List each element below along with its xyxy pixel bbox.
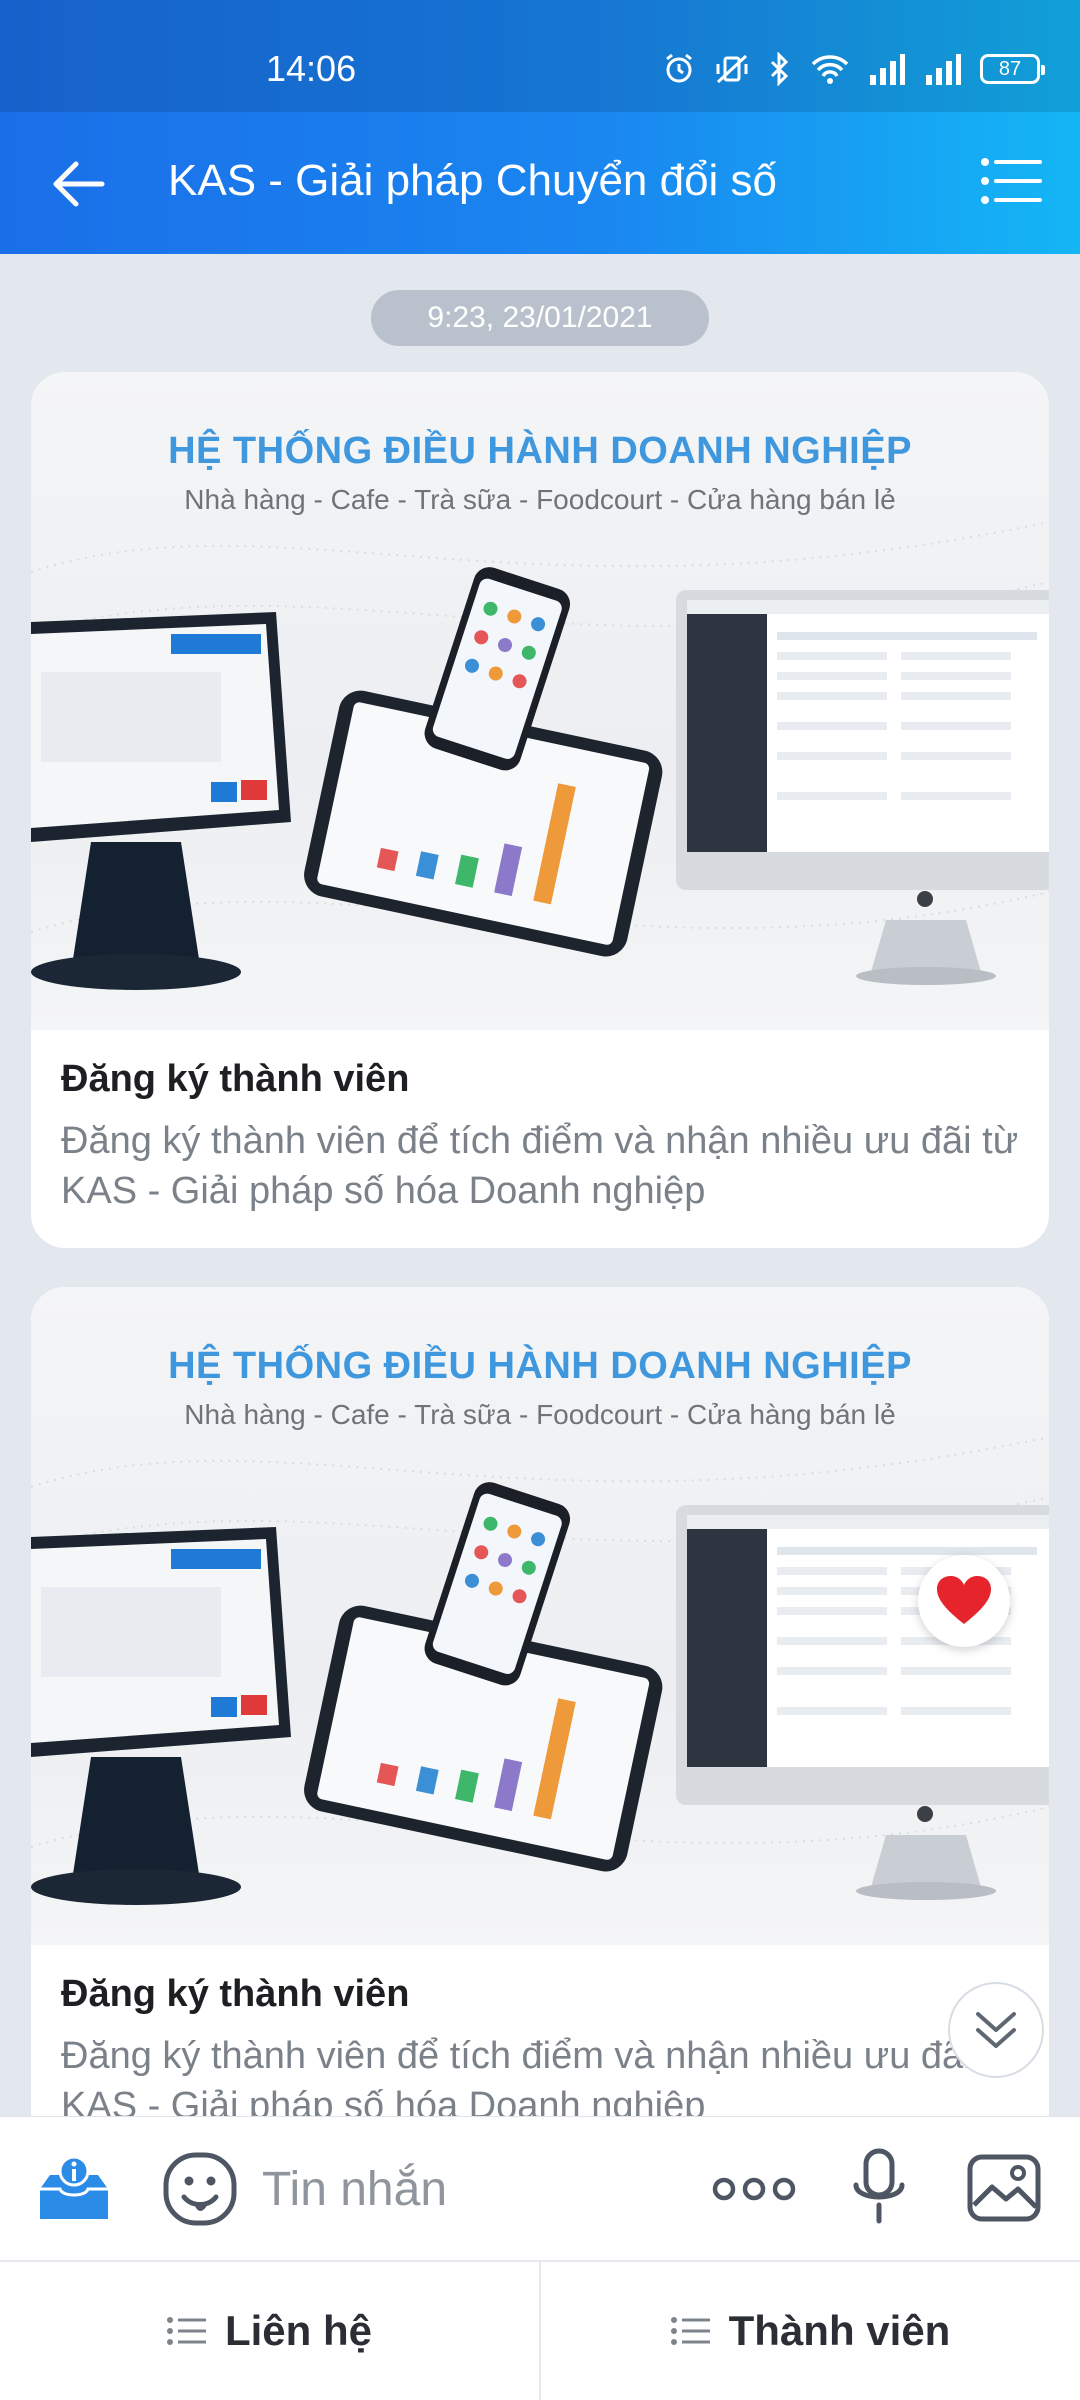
card-description: Đăng ký thành viên để tích điểm và nhận … bbox=[61, 1120, 1019, 1212]
bluetooth-icon bbox=[768, 52, 792, 86]
card-title: Đăng ký thành viên bbox=[61, 1058, 410, 1100]
more-dots-icon bbox=[712, 2177, 796, 2201]
back-arrow-icon bbox=[53, 161, 105, 207]
promo-banner[interactable]: HỆ THỐNG ĐIỀU HÀNH DOANH NGHIỆP Nhà hàng… bbox=[31, 372, 1049, 1030]
tab-members[interactable]: Thành viên bbox=[539, 2262, 1080, 2400]
signal-icon-2 bbox=[924, 53, 962, 85]
alarm-icon bbox=[662, 52, 696, 86]
signal-icon-1 bbox=[868, 53, 906, 85]
status-bar: 14:06 87 bbox=[0, 0, 1080, 112]
message-input-bar bbox=[0, 2116, 1080, 2260]
vibrate-off-icon bbox=[714, 52, 750, 86]
banner-title: HỆ THỐNG ĐIỀU HÀNH DOANH NGHIỆP bbox=[168, 430, 912, 472]
tab-contact[interactable]: Liên hệ bbox=[0, 2262, 539, 2400]
heart-reaction-button[interactable] bbox=[918, 1555, 1010, 1647]
emoji-icon bbox=[163, 2152, 237, 2226]
banner-subtitle: Nhà hàng - Cafe - Trà sữa - Foodcourt - … bbox=[184, 1399, 896, 1430]
promo-card[interactable]: HỆ THỐNG ĐIỀU HÀNH DOANH NGHIỆP Nhà hàng… bbox=[31, 1287, 1049, 2116]
card-title: Đăng ký thành viên bbox=[61, 1973, 410, 2015]
scroll-to-bottom-button[interactable] bbox=[948, 1982, 1044, 2078]
sticker-button[interactable] bbox=[162, 2151, 238, 2232]
banner-subtitle: Nhà hàng - Cafe - Trà sữa - Foodcourt - … bbox=[184, 484, 896, 515]
battery-indicator: 87 bbox=[980, 54, 1045, 84]
heart-icon bbox=[937, 1576, 991, 1624]
chat-header: KAS - Giải pháp Chuyển đổi số bbox=[0, 112, 1080, 254]
bottom-tabs: Liên hệ Thành viên bbox=[0, 2260, 1080, 2400]
image-button[interactable] bbox=[966, 2153, 1042, 2228]
back-button[interactable] bbox=[50, 156, 110, 212]
list-menu-icon bbox=[981, 158, 1042, 204]
double-chevron-down-icon bbox=[976, 2012, 1016, 2048]
list-icon bbox=[670, 2317, 710, 2345]
tab-members-label: Thành viên bbox=[728, 2307, 951, 2354]
app-root: 14:06 87 KAS - Giải pháp Chuyển đổi số 9… bbox=[0, 0, 1080, 2400]
more-options-button[interactable] bbox=[712, 2175, 796, 2208]
image-gallery-icon bbox=[967, 2154, 1041, 2222]
info-inbox-button[interactable] bbox=[36, 2155, 112, 2230]
card-description: Đăng ký thành viên để tích điểm và nhận … bbox=[61, 2035, 1019, 2116]
status-icons: 87 bbox=[662, 52, 1045, 86]
wifi-icon bbox=[810, 53, 850, 85]
inbox-info-icon bbox=[40, 2155, 108, 2219]
tab-contact-label: Liên hệ bbox=[224, 2307, 373, 2354]
page-title: KAS - Giải pháp Chuyển đổi số bbox=[168, 156, 778, 205]
microphone-icon bbox=[853, 2148, 905, 2224]
menu-button[interactable] bbox=[980, 156, 1042, 206]
voice-message-button[interactable] bbox=[852, 2147, 906, 2232]
list-icon bbox=[166, 2317, 206, 2345]
banner-title: HỆ THỐNG ĐIỀU HÀNH DOANH NGHIỆP bbox=[168, 1345, 912, 1387]
status-time: 14:06 bbox=[266, 48, 357, 89]
message-input[interactable] bbox=[262, 2153, 682, 2225]
message-timestamp: 9:23, 23/01/2021 bbox=[371, 290, 709, 346]
promo-banner[interactable]: HỆ THỐNG ĐIỀU HÀNH DOANH NGHIỆP Nhà hàng… bbox=[31, 1287, 1049, 1945]
chat-area[interactable]: 9:23, 23/01/2021 HỆ THỐNG ĐIỀU HÀNH DOAN… bbox=[0, 254, 1080, 2116]
promo-card[interactable]: HỆ THỐNG ĐIỀU HÀNH DOANH NGHIỆP Nhà hàng… bbox=[31, 372, 1049, 1248]
